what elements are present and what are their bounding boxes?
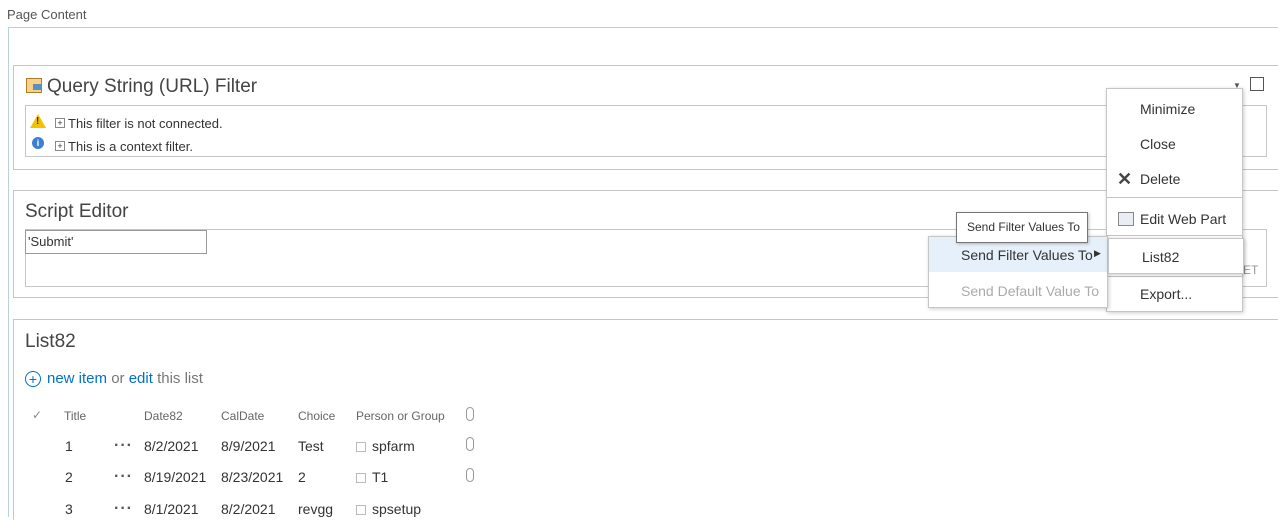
row-ellipsis-icon[interactable]: ··· <box>114 437 133 455</box>
column-header-date82[interactable]: Date82 <box>144 409 183 423</box>
presence-icon <box>356 442 366 453</box>
expand-plus-icon[interactable]: + <box>55 118 65 128</box>
row-choice: Test <box>298 438 324 454</box>
this-list-text: this list <box>157 370 203 387</box>
or-text: or <box>111 370 125 387</box>
row-title-link[interactable]: 2 <box>65 469 73 485</box>
list-webpart <box>13 319 1278 520</box>
column-header-caldate[interactable]: CalDate <box>221 409 264 423</box>
row-ellipsis-icon[interactable]: ··· <box>114 500 133 518</box>
menu-item-list82-label: List82 <box>1142 249 1180 265</box>
script-editor-title: Script Editor <box>25 201 129 222</box>
new-item-line: new item or edit this list <box>47 370 203 387</box>
row-date82: 8/2/2021 <box>144 438 199 454</box>
query-filter-title: Query String (URL) Filter <box>47 76 258 97</box>
row-title-link[interactable]: 3 <box>65 501 73 517</box>
filter-status-box <box>25 105 1267 157</box>
column-header-title[interactable]: Title <box>64 409 86 423</box>
row-person-name[interactable]: T1 <box>372 469 388 485</box>
webpart-select-checkbox[interactable] <box>1250 77 1264 91</box>
row-title-link[interactable]: 1 <box>65 438 73 454</box>
submit-input-value: 'Submit' <box>28 234 74 249</box>
clipped-text: ET <box>1243 263 1259 277</box>
filter-webpart-icon <box>26 78 42 93</box>
presence-icon <box>356 505 366 516</box>
new-item-icon[interactable]: + <box>25 371 41 387</box>
expand-plus-icon[interactable]: + <box>55 141 65 151</box>
presence-icon <box>356 473 366 484</box>
row-caldate: 8/2/2021 <box>221 501 276 517</box>
row-choice: revgg <box>298 501 334 517</box>
context-filter-text: This is a context filter. <box>68 139 193 154</box>
tooltip: Send Filter Values To <box>956 212 1088 243</box>
menu-item-close-label: Close <box>1140 136 1176 152</box>
webpart-dropdown-menu: Minimize Close ✕ Delete Edit Web Part Ex… <box>1106 88 1243 312</box>
attachment-header-icon[interactable] <box>466 407 474 421</box>
attachment-icon <box>466 437 474 451</box>
new-item-link[interactable]: new item <box>47 370 107 387</box>
send-default-value-label: Send Default Value To <box>961 283 1100 299</box>
row-person-name[interactable]: spsetup <box>372 501 421 517</box>
attachment-icon <box>466 468 474 482</box>
info-icon: i <box>32 137 44 149</box>
row-date82: 8/1/2021 <box>144 501 199 517</box>
filter-not-connected-text: This filter is not connected. <box>68 116 223 131</box>
column-header-person[interactable]: Person or Group <box>356 409 445 423</box>
row-caldate: 8/9/2021 <box>221 438 276 454</box>
row-person-name[interactable]: spfarm <box>372 438 415 454</box>
row-person: spfarm <box>356 438 415 454</box>
column-header-choice[interactable]: Choice <box>298 409 335 423</box>
row-ellipsis-icon[interactable]: ··· <box>114 468 133 486</box>
menu-item-edit-web-part-label: Edit Web Part <box>1140 211 1227 227</box>
edit-webpart-icon <box>1118 212 1134 226</box>
row-person: T1 <box>356 469 388 485</box>
submenu-arrow-icon: ▶ <box>1094 248 1101 258</box>
page-content-label: Page Content <box>7 7 87 22</box>
row-date82: 8/19/2021 <box>144 469 207 485</box>
menu-item-minimize-label: Minimize <box>1140 101 1196 117</box>
menu-item-export-label: Export... <box>1140 286 1193 302</box>
tooltip-text: Send Filter Values To <box>967 220 1080 234</box>
row-caldate: 8/23/2021 <box>221 469 284 485</box>
connections-flyout-menu: Send Filter Values To ▶ Send Default Val… <box>928 236 1108 308</box>
target-list-flyout: List82 <box>1108 238 1244 274</box>
warning-exclaim: ! <box>36 116 40 127</box>
row-person: spsetup <box>356 501 421 517</box>
submit-input[interactable]: 'Submit' <box>25 230 207 254</box>
select-all-check-icon[interactable]: ✓ <box>32 408 42 422</box>
delete-x-icon: ✕ <box>1117 169 1133 189</box>
edit-list-link[interactable]: edit <box>129 370 153 387</box>
row-choice: 2 <box>298 469 306 485</box>
send-filter-values-label: Send Filter Values To <box>961 247 1093 263</box>
list-title: List82 <box>25 331 76 352</box>
menu-item-delete-label: Delete <box>1140 171 1181 187</box>
